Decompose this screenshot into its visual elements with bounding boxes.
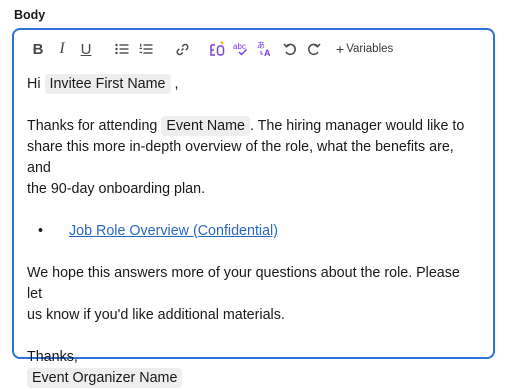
spellcheck-button[interactable]: abc xyxy=(230,38,254,60)
greeting-text: Hi xyxy=(27,76,41,92)
intro-paragraph: Thanks for attending Event Name. The hir… xyxy=(27,116,477,200)
bullet-marker: • xyxy=(38,223,44,239)
bold-icon: B xyxy=(32,40,44,58)
closing-paragraph: We hope this answers more of your questi… xyxy=(27,263,477,326)
variable-chip-event-name[interactable]: Event Name xyxy=(161,116,250,136)
numbered-list-button[interactable] xyxy=(134,38,158,60)
svg-text:abc: abc xyxy=(233,42,246,51)
intro-text-line1-end: . The hiring manager would like to xyxy=(250,118,465,134)
link-icon xyxy=(175,43,189,55)
undo-icon xyxy=(283,43,296,56)
ai-assist-icon xyxy=(210,40,225,56)
link-button[interactable] xyxy=(170,38,194,60)
bold-button[interactable]: B xyxy=(26,38,50,60)
signoff: Thanks, Event Organizer Name xyxy=(27,347,477,389)
italic-icon: I xyxy=(59,40,65,57)
underline-button[interactable]: U xyxy=(74,38,98,60)
bulleted-list-icon xyxy=(115,43,129,55)
bulleted-list-button[interactable] xyxy=(110,38,134,60)
greeting-comma: , xyxy=(174,76,179,92)
translate-button[interactable]: あ A xyxy=(254,38,278,60)
variable-chip-invitee-first-name[interactable]: Invitee First Name xyxy=(44,74,171,94)
numbered-list-icon xyxy=(139,43,153,54)
variables-label: Variables xyxy=(346,43,394,55)
editor-content[interactable]: Hi Invitee First Name , Thanks for atten… xyxy=(27,74,477,389)
plus-icon: + xyxy=(336,41,345,57)
job-role-overview-link[interactable]: Job Role Overview (Confidential) xyxy=(69,221,278,242)
body-editor[interactable]: B I U abc あ A + Variables Hi Invitee Fir… xyxy=(12,28,495,388)
translate-icon: あ A xyxy=(257,41,271,58)
intro-text-line2: share this more in-depth overview of the… xyxy=(27,139,454,176)
undo-button[interactable] xyxy=(278,38,302,60)
body-field-label: Body xyxy=(14,8,46,22)
italic-button[interactable]: I xyxy=(50,38,74,60)
closing-text-line1: We hope this answers more of your questi… xyxy=(27,265,460,302)
svg-text:A: A xyxy=(264,48,271,58)
ai-assist-button[interactable] xyxy=(206,38,230,60)
spellcheck-icon: abc xyxy=(233,42,248,56)
intro-text-line3: the 90-day onboarding plan. xyxy=(27,181,206,197)
signoff-text: Thanks, xyxy=(27,349,78,365)
closing-text-line2: us know if you'd like additional materia… xyxy=(27,307,285,323)
redo-button[interactable] xyxy=(302,38,326,60)
redo-icon xyxy=(308,43,321,56)
intro-text-start: Thanks for attending xyxy=(27,118,158,134)
insert-variables-button[interactable]: + Variables xyxy=(336,38,393,60)
underline-icon: U xyxy=(80,40,92,58)
greeting-paragraph: Hi Invitee First Name , xyxy=(27,74,477,95)
list-item: • Job Role Overview (Confidential) xyxy=(27,221,477,242)
editor-toolbar: B I U abc あ A + Variables xyxy=(26,38,394,60)
variable-chip-event-organizer-name[interactable]: Event Organizer Name xyxy=(27,368,183,388)
